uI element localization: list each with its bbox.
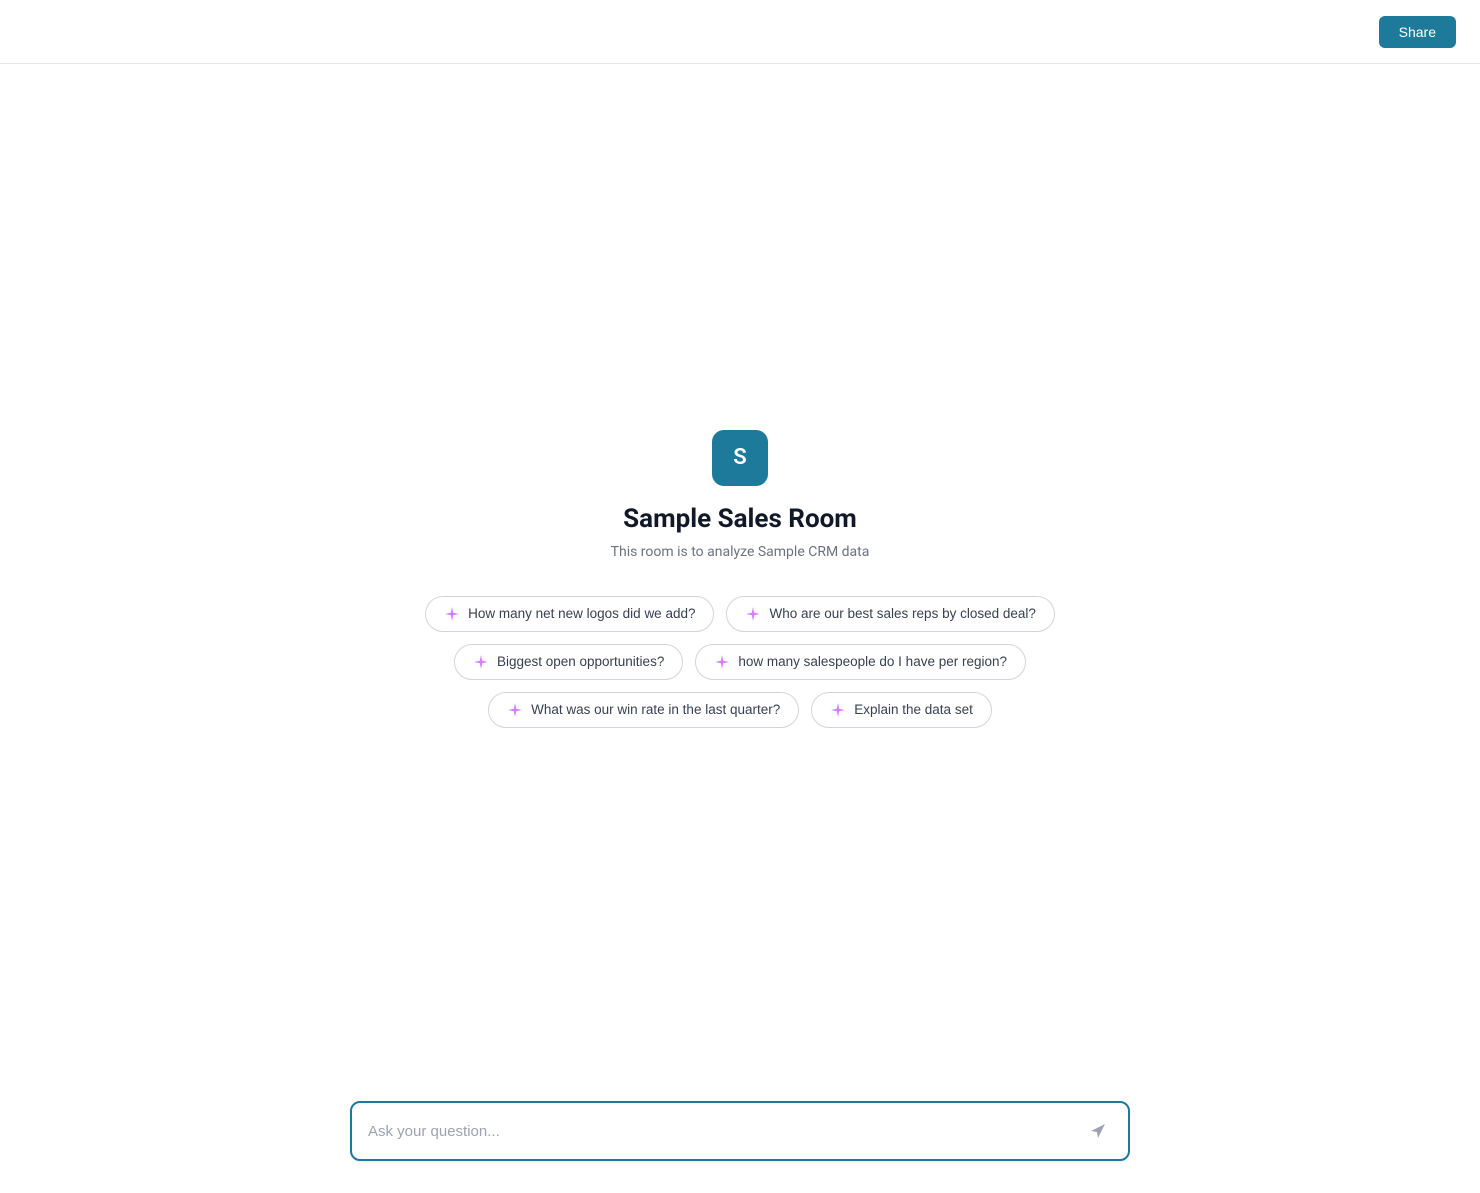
- chat-input-area: [350, 1101, 1130, 1161]
- chat-input[interactable]: [368, 1123, 1084, 1140]
- header: Share: [0, 0, 1480, 64]
- suggestion-pill-5[interactable]: What was our win rate in the last quarte…: [488, 692, 799, 728]
- sparkle-icon: [444, 606, 460, 622]
- sparkle-icon-4: [714, 654, 730, 670]
- suggestion-text-3: Biggest open opportunities?: [497, 654, 664, 669]
- sparkle-icon-6: [830, 702, 846, 718]
- sparkle-icon-3: [473, 654, 489, 670]
- suggestion-text-1: How many net new logos did we add?: [468, 606, 695, 621]
- suggestion-text-6: Explain the data set: [854, 702, 973, 717]
- suggestions-row-3: What was our win rate in the last quarte…: [488, 692, 992, 728]
- send-icon: [1088, 1121, 1108, 1141]
- suggestions-container: How many net new logos did we add? Who a…: [425, 596, 1055, 728]
- room-title: Sample Sales Room: [623, 504, 857, 534]
- input-wrapper: [350, 1101, 1130, 1161]
- suggestion-text-2: Who are our best sales reps by closed de…: [769, 606, 1035, 621]
- suggestion-pill-1[interactable]: How many net new logos did we add?: [425, 596, 714, 632]
- share-button[interactable]: Share: [1379, 16, 1456, 48]
- main-content: S Sample Sales Room This room is to anal…: [0, 64, 1480, 1093]
- suggestion-pill-2[interactable]: Who are our best sales reps by closed de…: [726, 596, 1054, 632]
- suggestion-pill-3[interactable]: Biggest open opportunities?: [454, 644, 683, 680]
- room-subtitle: This room is to analyze Sample CRM data: [611, 544, 870, 560]
- sparkle-icon-5: [507, 702, 523, 718]
- app-icon: S: [712, 430, 768, 486]
- suggestions-row-1: How many net new logos did we add? Who a…: [425, 596, 1055, 632]
- suggestion-pill-4[interactable]: how many salespeople do I have per regio…: [695, 644, 1026, 680]
- suggestion-text-4: how many salespeople do I have per regio…: [738, 654, 1007, 669]
- send-button[interactable]: [1084, 1117, 1112, 1145]
- suggestion-text-5: What was our win rate in the last quarte…: [531, 702, 780, 717]
- suggestion-pill-6[interactable]: Explain the data set: [811, 692, 992, 728]
- suggestions-row-2: Biggest open opportunities? how many sal…: [454, 644, 1026, 680]
- sparkle-icon-2: [745, 606, 761, 622]
